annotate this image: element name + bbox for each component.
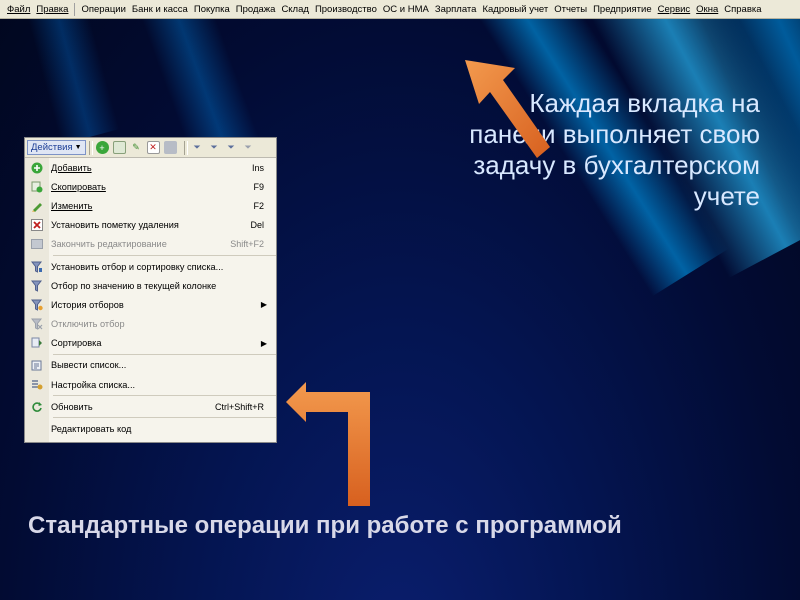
filter-sort-icon[interactable]: ⏷	[191, 141, 204, 154]
menu-windows[interactable]: Окна	[693, 4, 721, 15]
menu-item-refresh[interactable]: Обновить Ctrl+Shift+R	[25, 397, 276, 416]
blank-icon	[30, 423, 43, 436]
menu-item-label: Отбор по значению в текущей колонке	[51, 280, 217, 291]
menu-bank-cash[interactable]: Банк и касса	[129, 4, 191, 15]
menu-item-filter-value[interactable]: Отбор по значению в текущей колонке	[25, 276, 276, 295]
menu-item-label: История отборов	[51, 299, 124, 310]
actions-button[interactable]: Действия ▼	[27, 140, 86, 155]
list-settings-icon	[30, 378, 43, 391]
menu-edit[interactable]: Правка	[33, 4, 71, 15]
menu-purchase[interactable]: Покупка	[191, 4, 233, 15]
add-icon[interactable]: +	[95, 141, 109, 154]
menu-item-label: Изменить	[51, 200, 93, 211]
add-icon	[30, 161, 43, 174]
filter-sort-icon	[30, 260, 43, 273]
pencil-icon[interactable]: ✎	[130, 141, 143, 154]
copy-icon[interactable]	[112, 141, 126, 154]
main-menu-bar: Файл Правка Операции Банк и касса Покупк…	[0, 0, 800, 19]
menu-item-shortcut: Ins	[251, 162, 264, 173]
arrow-left-icon	[286, 382, 370, 506]
pencil-icon	[30, 199, 43, 212]
menu-item-list-settings[interactable]: Настройка списка...	[25, 375, 276, 394]
menu-item-label: Установить пометку удаления	[51, 220, 179, 231]
menu-help[interactable]: Справка	[721, 4, 764, 15]
menu-file[interactable]: Файл	[4, 4, 33, 15]
finish-edit-icon[interactable]	[163, 141, 177, 154]
menu-sales[interactable]: Продажа	[233, 4, 279, 15]
menu-reports[interactable]: Отчеты	[551, 4, 590, 15]
slide-caption: Стандартные операции при работе с програ…	[28, 512, 622, 539]
menu-item-label: Настройка списка...	[51, 379, 136, 390]
menu-item-print-list[interactable]: Вывести список...	[25, 356, 276, 375]
menu-item-label: Вывести список...	[51, 360, 127, 371]
menu-salary[interactable]: Зарплата	[432, 4, 480, 15]
menu-separator	[53, 395, 276, 397]
menu-item-edit-code[interactable]: Редактировать код	[25, 419, 276, 438]
delete-mark-icon[interactable]: ✕	[146, 141, 160, 154]
menu-item-add[interactable]: Добавить Ins	[25, 158, 276, 177]
menu-item-mark-delete[interactable]: Установить пометку удаления Del	[25, 216, 276, 235]
filter-value-icon[interactable]: ⏷	[208, 141, 221, 154]
menu-item-edit[interactable]: Изменить F2	[25, 196, 276, 215]
actions-panel: Действия ▼ + ✎ ✕ ⏷ ⏷ ⏷ ⏷ Добавить Ins Ск…	[24, 137, 277, 443]
print-list-icon	[30, 359, 43, 372]
submenu-arrow-icon: ▶	[260, 300, 267, 310]
menu-item-filter-sort[interactable]: Установить отбор и сортировку списка...	[25, 257, 276, 276]
menu-item-label: Установить отбор и сортировку списка...	[51, 261, 224, 272]
menu-separator	[74, 2, 76, 16]
menu-item-filter-history[interactable]: История отборов ▶	[25, 295, 276, 314]
menu-hr[interactable]: Кадровый учет	[479, 4, 551, 15]
menu-item-sort[interactable]: Сортировка ▶	[25, 334, 276, 353]
refresh-icon	[30, 400, 43, 413]
sort-icon	[30, 337, 43, 350]
menu-separator	[53, 254, 276, 256]
menu-item-label: Добавить	[51, 162, 92, 173]
menu-item-shortcut: Shift+F2	[230, 239, 264, 250]
filter-history-icon[interactable]: ⏷	[225, 141, 238, 154]
filter-history-icon	[30, 298, 43, 311]
menu-item-shortcut: Ctrl+Shift+R	[214, 401, 264, 412]
menu-operations[interactable]: Операции	[78, 4, 128, 15]
toolbar-separator	[88, 140, 93, 155]
menu-separator	[53, 353, 276, 355]
menu-separator	[53, 417, 276, 419]
form-toolbar: Действия ▼ + ✎ ✕ ⏷ ⏷ ⏷ ⏷	[25, 138, 276, 158]
menu-item-label: Сортировка	[51, 338, 102, 349]
menu-item-filter-off[interactable]: Отключить отбор	[25, 315, 276, 334]
finish-edit-icon	[30, 238, 43, 251]
menu-production[interactable]: Производство	[312, 4, 380, 15]
filter-value-icon	[30, 279, 43, 292]
menu-warehouse[interactable]: Склад	[278, 4, 312, 15]
menu-item-shortcut: Del	[250, 220, 264, 231]
menu-enterprise[interactable]: Предприятие	[590, 4, 655, 15]
menu-fixed-assets[interactable]: ОС и НМА	[380, 4, 432, 15]
delete-mark-icon	[30, 219, 43, 232]
toolbar-separator	[183, 140, 188, 155]
menu-item-label: Скопировать	[51, 181, 106, 192]
filter-off-icon[interactable]: ⏷	[242, 141, 255, 154]
menu-item-copy[interactable]: Скопировать F9	[25, 177, 276, 196]
chevron-down-icon: ▼	[74, 144, 82, 151]
menu-item-label: Редактировать код	[51, 424, 132, 435]
menu-item-finish-edit[interactable]: Закончить редактирование Shift+F2	[25, 235, 276, 254]
copy-icon	[30, 180, 43, 193]
actions-menu: Добавить Ins Скопировать F9 Изменить F2 …	[25, 158, 276, 439]
menu-item-shortcut: F2	[253, 200, 264, 211]
actions-label: Действия	[31, 142, 73, 153]
menu-item-label: Отключить отбор	[51, 319, 125, 330]
submenu-arrow-icon: ▶	[260, 338, 267, 348]
menu-item-shortcut: F9	[253, 181, 264, 192]
menu-service[interactable]: Сервис	[655, 4, 694, 15]
light-beam	[20, 0, 120, 145]
filter-off-icon	[30, 318, 43, 331]
arrow-up-icon	[465, 60, 550, 158]
